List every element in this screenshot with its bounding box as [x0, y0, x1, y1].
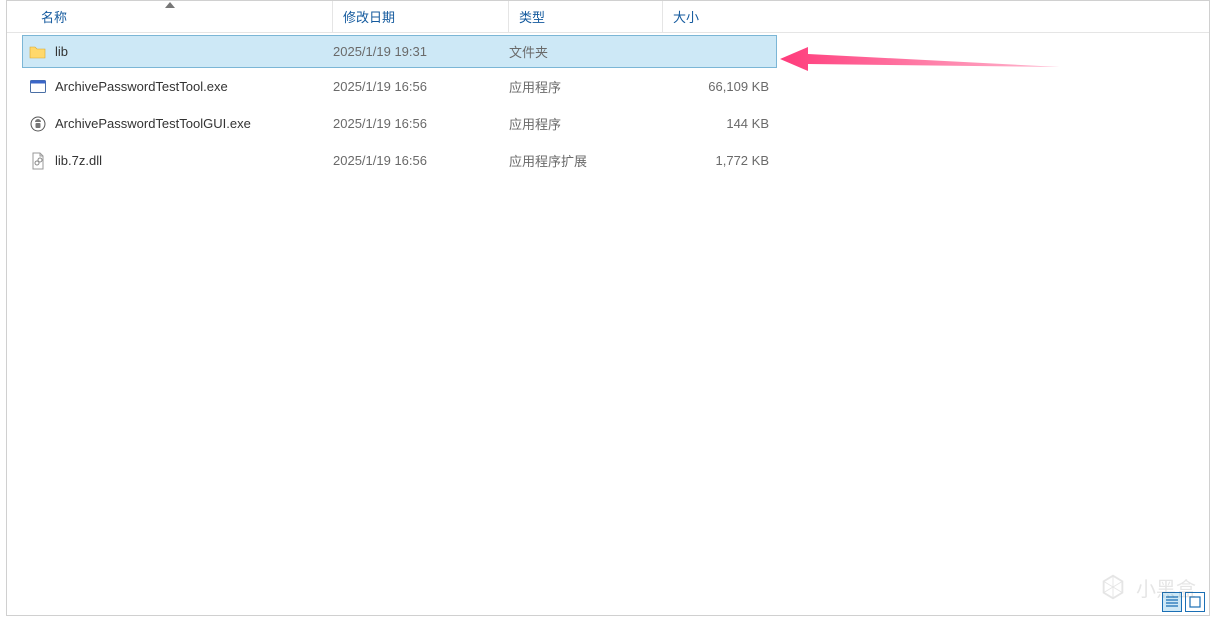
- file-size: 144 KB: [726, 116, 769, 131]
- file-explorer-window: 名称 修改日期 类型 大小 lib 2025/1/19 19:31 文件夹: [6, 0, 1210, 616]
- view-details-button[interactable]: [1162, 592, 1182, 612]
- folder-icon: [29, 43, 47, 61]
- column-header-date-label: 修改日期: [343, 7, 395, 26]
- column-header-name-label: 名称: [41, 7, 67, 26]
- column-header-type-label: 类型: [519, 7, 545, 26]
- file-date: 2025/1/19 16:56: [333, 116, 427, 131]
- file-date: 2025/1/19 16:56: [333, 79, 427, 94]
- column-header-type[interactable]: 类型: [509, 1, 663, 32]
- file-name: ArchivePasswordTestToolGUI.exe: [55, 116, 251, 131]
- column-header-row: 名称 修改日期 类型 大小: [7, 1, 1209, 33]
- view-large-icons-button[interactable]: [1185, 592, 1205, 612]
- view-switcher: [1162, 592, 1205, 612]
- table-row[interactable]: lib 2025/1/19 19:31 文件夹: [22, 35, 777, 68]
- file-type: 应用程序扩展: [509, 151, 587, 170]
- file-name: ArchivePasswordTestTool.exe: [55, 79, 228, 94]
- file-name: lib.7z.dll: [55, 153, 102, 168]
- file-type: 应用程序: [509, 114, 561, 133]
- column-header-size-label: 大小: [673, 7, 699, 26]
- table-row[interactable]: lib.7z.dll 2025/1/19 16:56 应用程序扩展 1,772 …: [7, 142, 1209, 179]
- file-name: lib: [55, 44, 68, 59]
- column-header-name[interactable]: 名称: [7, 1, 333, 32]
- table-row[interactable]: ArchivePasswordTestTool.exe 2025/1/19 16…: [7, 68, 1209, 105]
- column-header-date[interactable]: 修改日期: [333, 1, 509, 32]
- file-type: 应用程序: [509, 77, 561, 96]
- file-list: lib 2025/1/19 19:31 文件夹 ArchivePasswordT…: [7, 33, 1209, 615]
- exe-gui-icon: [29, 115, 47, 133]
- exe-icon: [29, 78, 47, 96]
- file-size: 66,109 KB: [708, 79, 769, 94]
- file-date: 2025/1/19 19:31: [333, 44, 427, 59]
- table-row[interactable]: ArchivePasswordTestToolGUI.exe 2025/1/19…: [7, 105, 1209, 142]
- dll-icon: [29, 152, 47, 170]
- column-header-size[interactable]: 大小: [663, 1, 775, 32]
- sort-ascending-icon: [165, 2, 175, 8]
- file-size: 1,772 KB: [716, 153, 770, 168]
- file-type: 文件夹: [509, 42, 548, 61]
- file-date: 2025/1/19 16:56: [333, 153, 427, 168]
